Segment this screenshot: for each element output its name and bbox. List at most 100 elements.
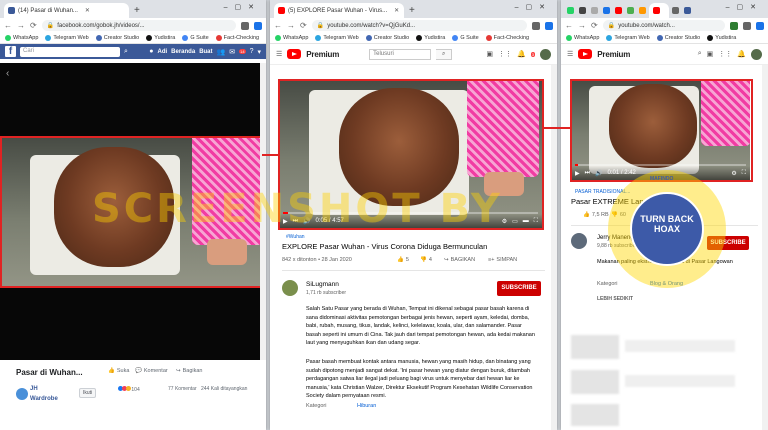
bookmark-fact-checking[interactable]: Fact-Checking xyxy=(485,35,529,41)
related-video-placeholder[interactable] xyxy=(571,404,619,426)
youtube-logo-icon[interactable] xyxy=(287,49,302,59)
youtube-brand[interactable]: Premium xyxy=(597,50,630,59)
search-icon[interactable]: ⌕ xyxy=(124,48,128,56)
youtube-logo-icon[interactable] xyxy=(578,49,593,59)
search-icon[interactable]: ⌕ xyxy=(698,50,702,58)
bookmark-telegram[interactable]: Telegram Web xyxy=(606,35,650,41)
comment-button[interactable]: 💬 Komentar xyxy=(135,368,168,374)
url-field[interactable]: 🔒 facebook.com/gobok.jh/videos/... xyxy=(41,20,236,31)
channel-avatar[interactable] xyxy=(571,233,587,249)
scrollbar[interactable] xyxy=(762,65,768,430)
bookmark-telegram[interactable]: Telegram Web xyxy=(45,35,89,41)
url-field[interactable]: 🔒 youtube.com/watch... xyxy=(602,20,725,31)
reload-icon[interactable]: ⟳ xyxy=(591,21,598,30)
tab-youtube[interactable]: (5) EXPLORE Pasar Wuhan - Virus... ✕ xyxy=(274,3,404,18)
bookmark-yudistira[interactable]: Yudistira xyxy=(707,35,736,41)
extension-icon[interactable] xyxy=(254,21,262,30)
menu-icon[interactable]: ☰ xyxy=(567,50,573,58)
tab-favicon-icon[interactable] xyxy=(603,7,610,14)
new-tab-icon[interactable]: + xyxy=(409,4,415,18)
save-button[interactable]: ≡+ SIMPAN xyxy=(488,257,517,263)
bookmark-whatsapp[interactable]: WhatsApp xyxy=(275,35,308,41)
facebook-logo-icon[interactable]: f xyxy=(5,46,16,57)
apps-icon[interactable]: ⋮⋮ xyxy=(718,50,732,58)
bookmark-yudistira[interactable]: Yudistira xyxy=(416,35,445,41)
help-icon[interactable]: ? xyxy=(250,48,254,55)
tab-youtube[interactable] xyxy=(649,3,669,18)
back-icon[interactable]: ← xyxy=(565,21,573,30)
tab-favicon-icon[interactable] xyxy=(615,7,622,14)
create-video-icon[interactable]: ▣ xyxy=(707,50,714,58)
back-icon[interactable]: ← xyxy=(4,21,12,30)
reload-icon[interactable]: ⟳ xyxy=(30,21,37,30)
extension-icon[interactable] xyxy=(545,21,553,30)
back-arrow-icon[interactable]: ‹ xyxy=(6,68,9,79)
create-link[interactable]: Buat xyxy=(199,49,212,55)
search-icon[interactable]: ⌕ xyxy=(436,48,453,60)
youtube-search-input[interactable]: Telusuri xyxy=(369,48,432,60)
menu-icon[interactable]: ☰ xyxy=(276,50,282,58)
bookmark-fact-checking[interactable]: Fact-Checking xyxy=(215,35,259,41)
reactions-summary[interactable]: 104 xyxy=(118,386,140,393)
subscribe-button[interactable]: SUBSCRIBE xyxy=(497,281,541,296)
bookmark-whatsapp[interactable]: WhatsApp xyxy=(5,35,38,41)
share-button[interactable]: ↪ Bagikan xyxy=(176,368,203,374)
bookmark-creator-studio[interactable]: Creator Studio xyxy=(365,35,409,41)
extension-icon[interactable] xyxy=(756,21,764,30)
follow-button[interactable]: Ikuti xyxy=(79,388,97,398)
category-value[interactable]: Hiburan xyxy=(357,403,376,409)
channel-avatar[interactable] xyxy=(282,280,298,296)
window-controls[interactable]: –▢✕ xyxy=(515,3,552,11)
share-button[interactable]: ↪ BAGIKAN xyxy=(444,257,475,263)
tab-favicon-icon[interactable] xyxy=(627,7,634,14)
window-controls[interactable]: –▢✕ xyxy=(224,3,261,11)
profile-link[interactable]: Adi xyxy=(158,49,168,55)
create-video-icon[interactable]: ▣ xyxy=(486,50,493,58)
tab-favicon-icon[interactable] xyxy=(579,7,586,14)
home-link[interactable]: Beranda xyxy=(171,49,195,55)
extension-icon[interactable] xyxy=(241,21,249,30)
bell-icon[interactable]: 🔔 xyxy=(737,50,746,58)
extension-icon[interactable] xyxy=(532,21,540,30)
bookmark-gsuite[interactable]: G Suite xyxy=(182,35,209,41)
window-controls[interactable]: –▢✕ xyxy=(726,3,763,11)
whatsapp-favicon-icon[interactable] xyxy=(567,7,574,14)
like-button[interactable]: 👍 7,5 RB xyxy=(583,212,609,218)
tab-favicon-icon[interactable] xyxy=(639,7,646,14)
show-less-button[interactable]: LEBIH SEDIKIT xyxy=(597,296,633,302)
messenger-icon[interactable]: ✉ xyxy=(229,48,235,56)
page-name[interactable]: JH Wardrobe xyxy=(30,384,65,404)
related-video-placeholder[interactable] xyxy=(571,370,619,394)
bell-icon[interactable]: 🔔 xyxy=(517,50,526,58)
bookmark-gsuite[interactable]: G Suite xyxy=(452,35,479,41)
comments-count[interactable]: 77 Komentar xyxy=(168,386,197,392)
like-button[interactable]: 👍 Suka xyxy=(108,368,129,374)
extension-icon[interactable] xyxy=(743,21,751,30)
dislike-button[interactable]: 👎 4 xyxy=(420,257,432,263)
page-avatar[interactable] xyxy=(16,388,28,400)
bookmark-creator-studio[interactable]: Creator Studio xyxy=(656,35,700,41)
related-video-placeholder[interactable] xyxy=(571,335,619,359)
tab-favicon-icon[interactable] xyxy=(591,7,598,14)
tab-favicon-icon[interactable] xyxy=(684,7,691,14)
avatar[interactable] xyxy=(540,48,551,60)
new-tab-icon[interactable]: + xyxy=(134,4,140,18)
related-video-placeholder[interactable] xyxy=(625,340,735,352)
related-video-placeholder[interactable] xyxy=(625,375,735,387)
extension-icon[interactable] xyxy=(730,21,738,30)
video-tag[interactable]: #Wuhan xyxy=(286,234,305,240)
friends-icon[interactable]: 👥 xyxy=(217,48,226,56)
close-tab-icon[interactable]: ✕ xyxy=(394,7,399,14)
bookmark-whatsapp[interactable]: WhatsApp xyxy=(566,35,599,41)
forward-icon[interactable]: → xyxy=(17,21,25,30)
url-field[interactable]: 🔒 youtube.com/watch?v=QjGuKd... xyxy=(311,20,527,31)
apps-icon[interactable]: ⋮⋮ xyxy=(498,50,512,58)
forward-icon[interactable]: → xyxy=(578,21,586,30)
bookmark-yudistira[interactable]: Yudistira xyxy=(146,35,175,41)
youtube-brand[interactable]: Premium xyxy=(306,50,339,59)
tab-facebook[interactable]: (14) Pasar di Wuhan... ✕ xyxy=(4,3,129,18)
scrollbar[interactable] xyxy=(551,65,557,430)
back-icon[interactable]: ← xyxy=(274,21,282,30)
tab-favicon-icon[interactable] xyxy=(672,7,679,14)
like-button[interactable]: 👍 5 xyxy=(397,257,409,263)
